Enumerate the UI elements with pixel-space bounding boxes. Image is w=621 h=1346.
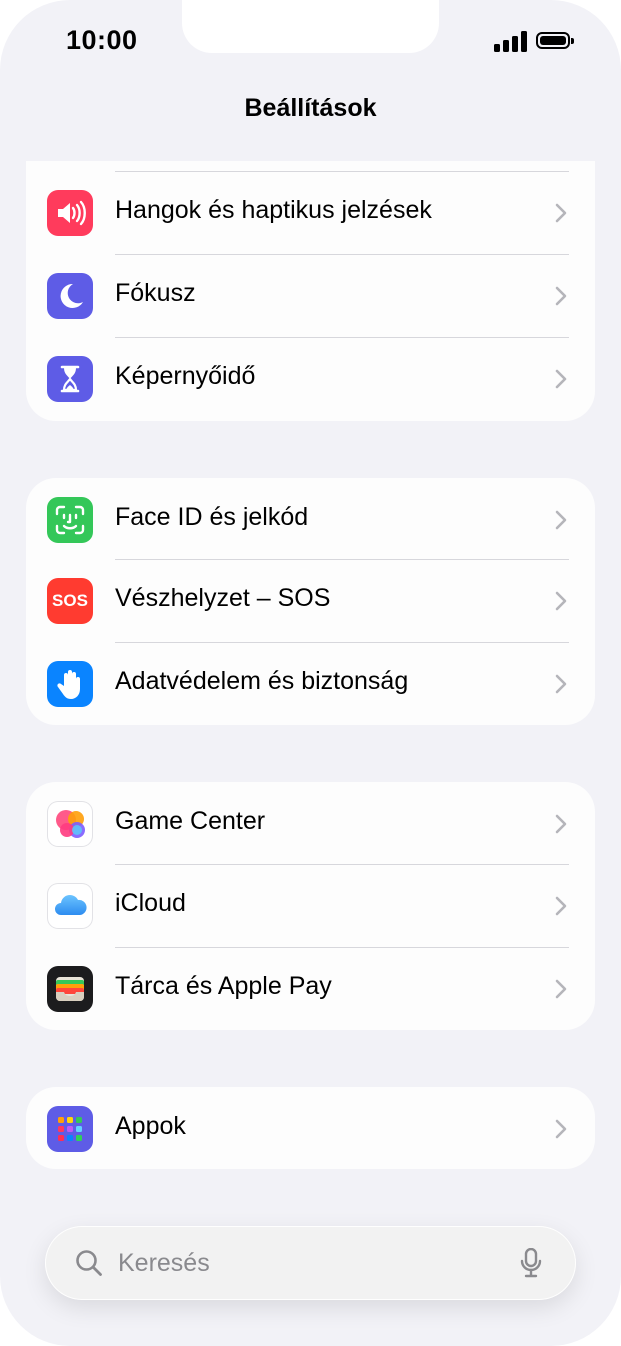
- row-label: Face ID és jelkód: [115, 503, 309, 531]
- apps-grid-icon: [47, 1106, 93, 1152]
- settings-group-3: Game Center iCloud Tárca és Apple Pay: [26, 782, 595, 1030]
- row-label: Vészhelyzet – SOS: [115, 584, 331, 612]
- chevron-right-icon: [555, 814, 567, 834]
- settings-row-sounds[interactable]: Hangok és haptikus jelzések: [26, 171, 595, 254]
- chevron-right-icon: [555, 591, 567, 611]
- settings-row-game-center[interactable]: Game Center: [26, 782, 595, 865]
- chevron-right-icon: [555, 369, 567, 389]
- settings-row-emergency-sos[interactable]: SOS Vészhelyzet – SOS: [26, 559, 595, 642]
- chevron-right-icon: [555, 674, 567, 694]
- chevron-right-icon: [555, 203, 567, 223]
- chevron-right-icon: [555, 510, 567, 530]
- row-label: Tárca és Apple Pay: [115, 972, 332, 1000]
- settings-row-icloud[interactable]: iCloud: [26, 864, 595, 947]
- face-id-icon: [47, 497, 93, 543]
- icloud-icon: [47, 883, 93, 929]
- sos-icon: SOS: [47, 578, 93, 624]
- row-label: Fókusz: [115, 279, 196, 307]
- row-separator: [115, 171, 569, 172]
- row-separator: [115, 864, 569, 865]
- status-time: 10:00: [66, 25, 138, 55]
- hourglass-icon: [47, 356, 93, 402]
- row-label: Képernyőidő: [115, 362, 256, 390]
- row-separator: [115, 642, 569, 643]
- row-label: Adatvédelem és biztonság: [115, 667, 409, 695]
- phone-screen: 10:00 Beállítások Hangok és haptikus jel…: [0, 0, 621, 1346]
- row-label: Game Center: [115, 807, 266, 835]
- chevron-right-icon: [555, 1119, 567, 1139]
- settings-group-2: Face ID és jelkód SOS Vészhelyzet – SOS …: [26, 478, 595, 725]
- page-title: Beállítások: [244, 94, 377, 122]
- notch: [182, 0, 439, 53]
- search-bar[interactable]: Keresés: [45, 1226, 576, 1300]
- row-separator: [115, 254, 569, 255]
- chevron-right-icon: [555, 896, 567, 916]
- settings-group-4: Appok: [26, 1087, 595, 1169]
- chevron-right-icon: [555, 286, 567, 306]
- row-label: Appok: [115, 1112, 186, 1140]
- settings-row-face-id[interactable]: Face ID és jelkód: [26, 478, 595, 561]
- row-separator: [115, 559, 569, 560]
- settings-group-1: Hangok és haptikus jelzések Fókusz Képer…: [26, 161, 595, 421]
- speaker-icon: [47, 190, 93, 236]
- settings-row-apps[interactable]: Appok: [26, 1087, 595, 1169]
- row-separator: [115, 337, 569, 338]
- hand-icon: [47, 661, 93, 707]
- battery-icon: [536, 32, 574, 49]
- microphone-icon[interactable]: [520, 1248, 542, 1278]
- settings-row-wallet[interactable]: Tárca és Apple Pay: [26, 947, 595, 1030]
- settings-row-screen-time[interactable]: Képernyőidő: [26, 337, 595, 420]
- row-separator: [115, 947, 569, 948]
- row-label: Hangok és haptikus jelzések: [115, 196, 432, 224]
- moon-icon: [47, 273, 93, 319]
- cellular-signal-icon: [494, 30, 528, 52]
- row-label: iCloud: [115, 889, 186, 917]
- settings-row-privacy[interactable]: Adatvédelem és biztonság: [26, 642, 595, 725]
- sos-icon-text: SOS: [52, 591, 88, 610]
- search-input[interactable]: Keresés: [118, 1249, 210, 1278]
- settings-row-focus[interactable]: Fókusz: [26, 254, 595, 337]
- wallet-icon: [47, 966, 93, 1012]
- search-icon: [76, 1250, 102, 1276]
- game-center-icon: [47, 801, 93, 847]
- chevron-right-icon: [555, 979, 567, 999]
